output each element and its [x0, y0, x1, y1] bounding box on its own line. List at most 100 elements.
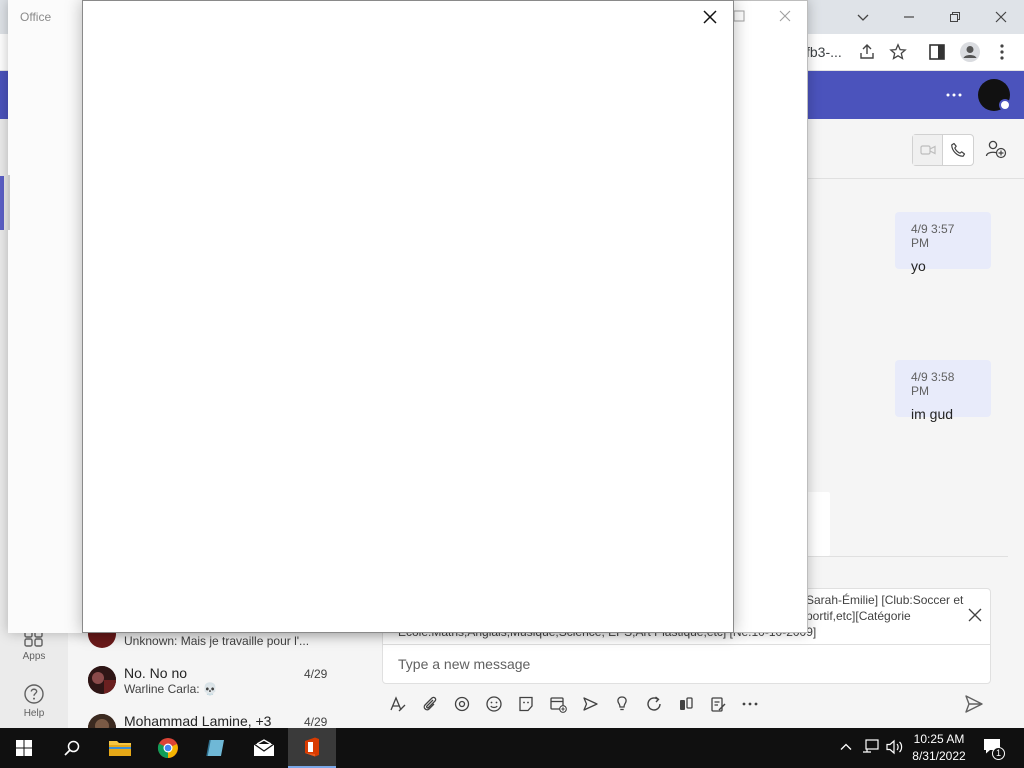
chrome-icon: [157, 738, 178, 759]
chrome-button[interactable]: [144, 728, 192, 768]
message-timestamp: 4/9 3:57 PM: [911, 222, 955, 250]
video-camera-icon: [919, 145, 936, 155]
side-panel-icon[interactable]: [928, 43, 946, 61]
refresh-icon: [647, 696, 661, 711]
network-icon[interactable]: [862, 739, 880, 755]
office-left-panel: [8, 0, 82, 633]
calendar-add-icon: [550, 697, 567, 713]
video-call-button[interactable]: [913, 135, 943, 165]
approvals-button[interactable]: [670, 692, 702, 716]
address-bar-url[interactable]: fb3-...: [806, 44, 842, 60]
sticker-icon: [519, 696, 533, 712]
rail-item-apps[interactable]: Apps: [0, 628, 68, 662]
start-button[interactable]: [0, 728, 48, 768]
chat-date: 4/29: [304, 667, 328, 681]
close-icon: [995, 11, 1007, 23]
send-button[interactable]: [964, 694, 984, 714]
rail-item-label: Apps: [22, 651, 46, 662]
browser-close-button[interactable]: [978, 2, 1024, 32]
office-window-title-overlay: Office: [20, 10, 52, 24]
chat-date: 4/29: [304, 715, 328, 728]
chat-preview: Unknown: Mais je travaille pour l'...: [124, 634, 310, 648]
taskbar-clock[interactable]: 10:25 AM 8/31/2022: [904, 731, 974, 765]
office-maximize-button[interactable]: [733, 10, 745, 22]
message-timestamp: 4/9 3:58 PM: [911, 370, 955, 398]
chat-list-item[interactable]: Mohammad Lamine, +3 4/29: [68, 710, 346, 728]
chat-name: No. No no: [124, 665, 188, 681]
search-button[interactable]: [48, 728, 96, 768]
message-bubble-partial: [806, 492, 830, 556]
format-icon: [390, 696, 406, 712]
attach-button[interactable]: [414, 692, 446, 716]
bookmark-star-icon[interactable]: [889, 43, 907, 61]
dismiss-quote-button[interactable]: [968, 608, 982, 622]
clipboard-edit-icon: [711, 697, 726, 712]
maximize-icon: [733, 10, 745, 22]
office-taskbar-button[interactable]: [288, 728, 336, 768]
restore-icon: [950, 12, 960, 22]
browser-minimize-button[interactable]: [886, 2, 932, 32]
chevron-down-icon: [857, 14, 869, 21]
help-icon: [24, 684, 44, 704]
message-input[interactable]: Type a new message: [398, 656, 958, 672]
rail-item-label: Help: [23, 708, 45, 719]
minimize-icon: [904, 16, 914, 18]
emoji-button[interactable]: [478, 692, 510, 716]
compose-toolbar: [382, 692, 991, 716]
browser-window-controls: [840, 2, 1024, 32]
mail-button[interactable]: [240, 728, 288, 768]
chat-list-item[interactable]: No. No no 4/29 Warline Carla: 💀: [68, 662, 346, 710]
modal-dialog: [82, 0, 734, 633]
chat-preview: Warline Carla: 💀: [124, 682, 218, 696]
refresh-button[interactable]: [638, 692, 670, 716]
dialog-close-button[interactable]: [697, 4, 723, 30]
more-options-icon: [742, 702, 758, 706]
folder-icon: [109, 741, 131, 756]
office-logo-icon: [305, 737, 319, 757]
emoji-icon: [486, 696, 502, 712]
show-hidden-icons-button[interactable]: [839, 740, 853, 754]
message-bubble: 4/9 3:58 PM im gud: [895, 360, 991, 422]
notebook-icon: [206, 739, 224, 757]
notes-app-button[interactable]: [192, 728, 240, 768]
schedule-meeting-button[interactable]: [542, 692, 574, 716]
chat-avatar: [88, 714, 116, 728]
office-close-button[interactable]: [779, 10, 791, 22]
send-arrow-icon: [583, 697, 598, 711]
presence-status-icon: [999, 99, 1011, 111]
volume-icon[interactable]: [886, 739, 904, 755]
loop-icon: [454, 696, 470, 712]
thumbs-icon: [680, 697, 693, 710]
audio-call-button[interactable]: [943, 135, 973, 165]
taskbar-pinned-apps: [0, 728, 336, 768]
call-buttons: [912, 134, 974, 166]
paperclip-icon: [423, 696, 437, 711]
close-icon: [703, 10, 717, 24]
windows-logo-icon: [16, 740, 32, 756]
browser-restore-button[interactable]: [932, 2, 978, 32]
more-apps-button[interactable]: [734, 692, 766, 716]
message-text: im gud: [911, 406, 954, 422]
forms-button[interactable]: [702, 692, 734, 716]
action-center-button[interactable]: 1: [983, 738, 1005, 760]
browser-menu-icon[interactable]: [993, 43, 1011, 61]
profile-icon[interactable]: [959, 41, 981, 63]
send-icon: [965, 695, 983, 713]
phone-icon: [951, 142, 966, 157]
lightbulb-icon: [617, 696, 627, 711]
praise-button[interactable]: [606, 692, 638, 716]
close-icon: [779, 10, 791, 22]
rail-active-indicator: [0, 176, 4, 230]
stream-button[interactable]: [574, 692, 606, 716]
chat-name: Mohammad Lamine, +3: [124, 713, 272, 728]
tab-search-button[interactable]: [840, 2, 886, 32]
share-icon[interactable]: [858, 43, 876, 61]
file-explorer-button[interactable]: [96, 728, 144, 768]
rail-item-help[interactable]: Help: [0, 683, 68, 719]
more-options-icon[interactable]: [944, 86, 964, 104]
format-button[interactable]: [382, 692, 414, 716]
loop-button[interactable]: [446, 692, 478, 716]
chat-avatar: [88, 666, 116, 694]
sticker-button[interactable]: [510, 692, 542, 716]
add-people-icon[interactable]: [985, 139, 1007, 159]
